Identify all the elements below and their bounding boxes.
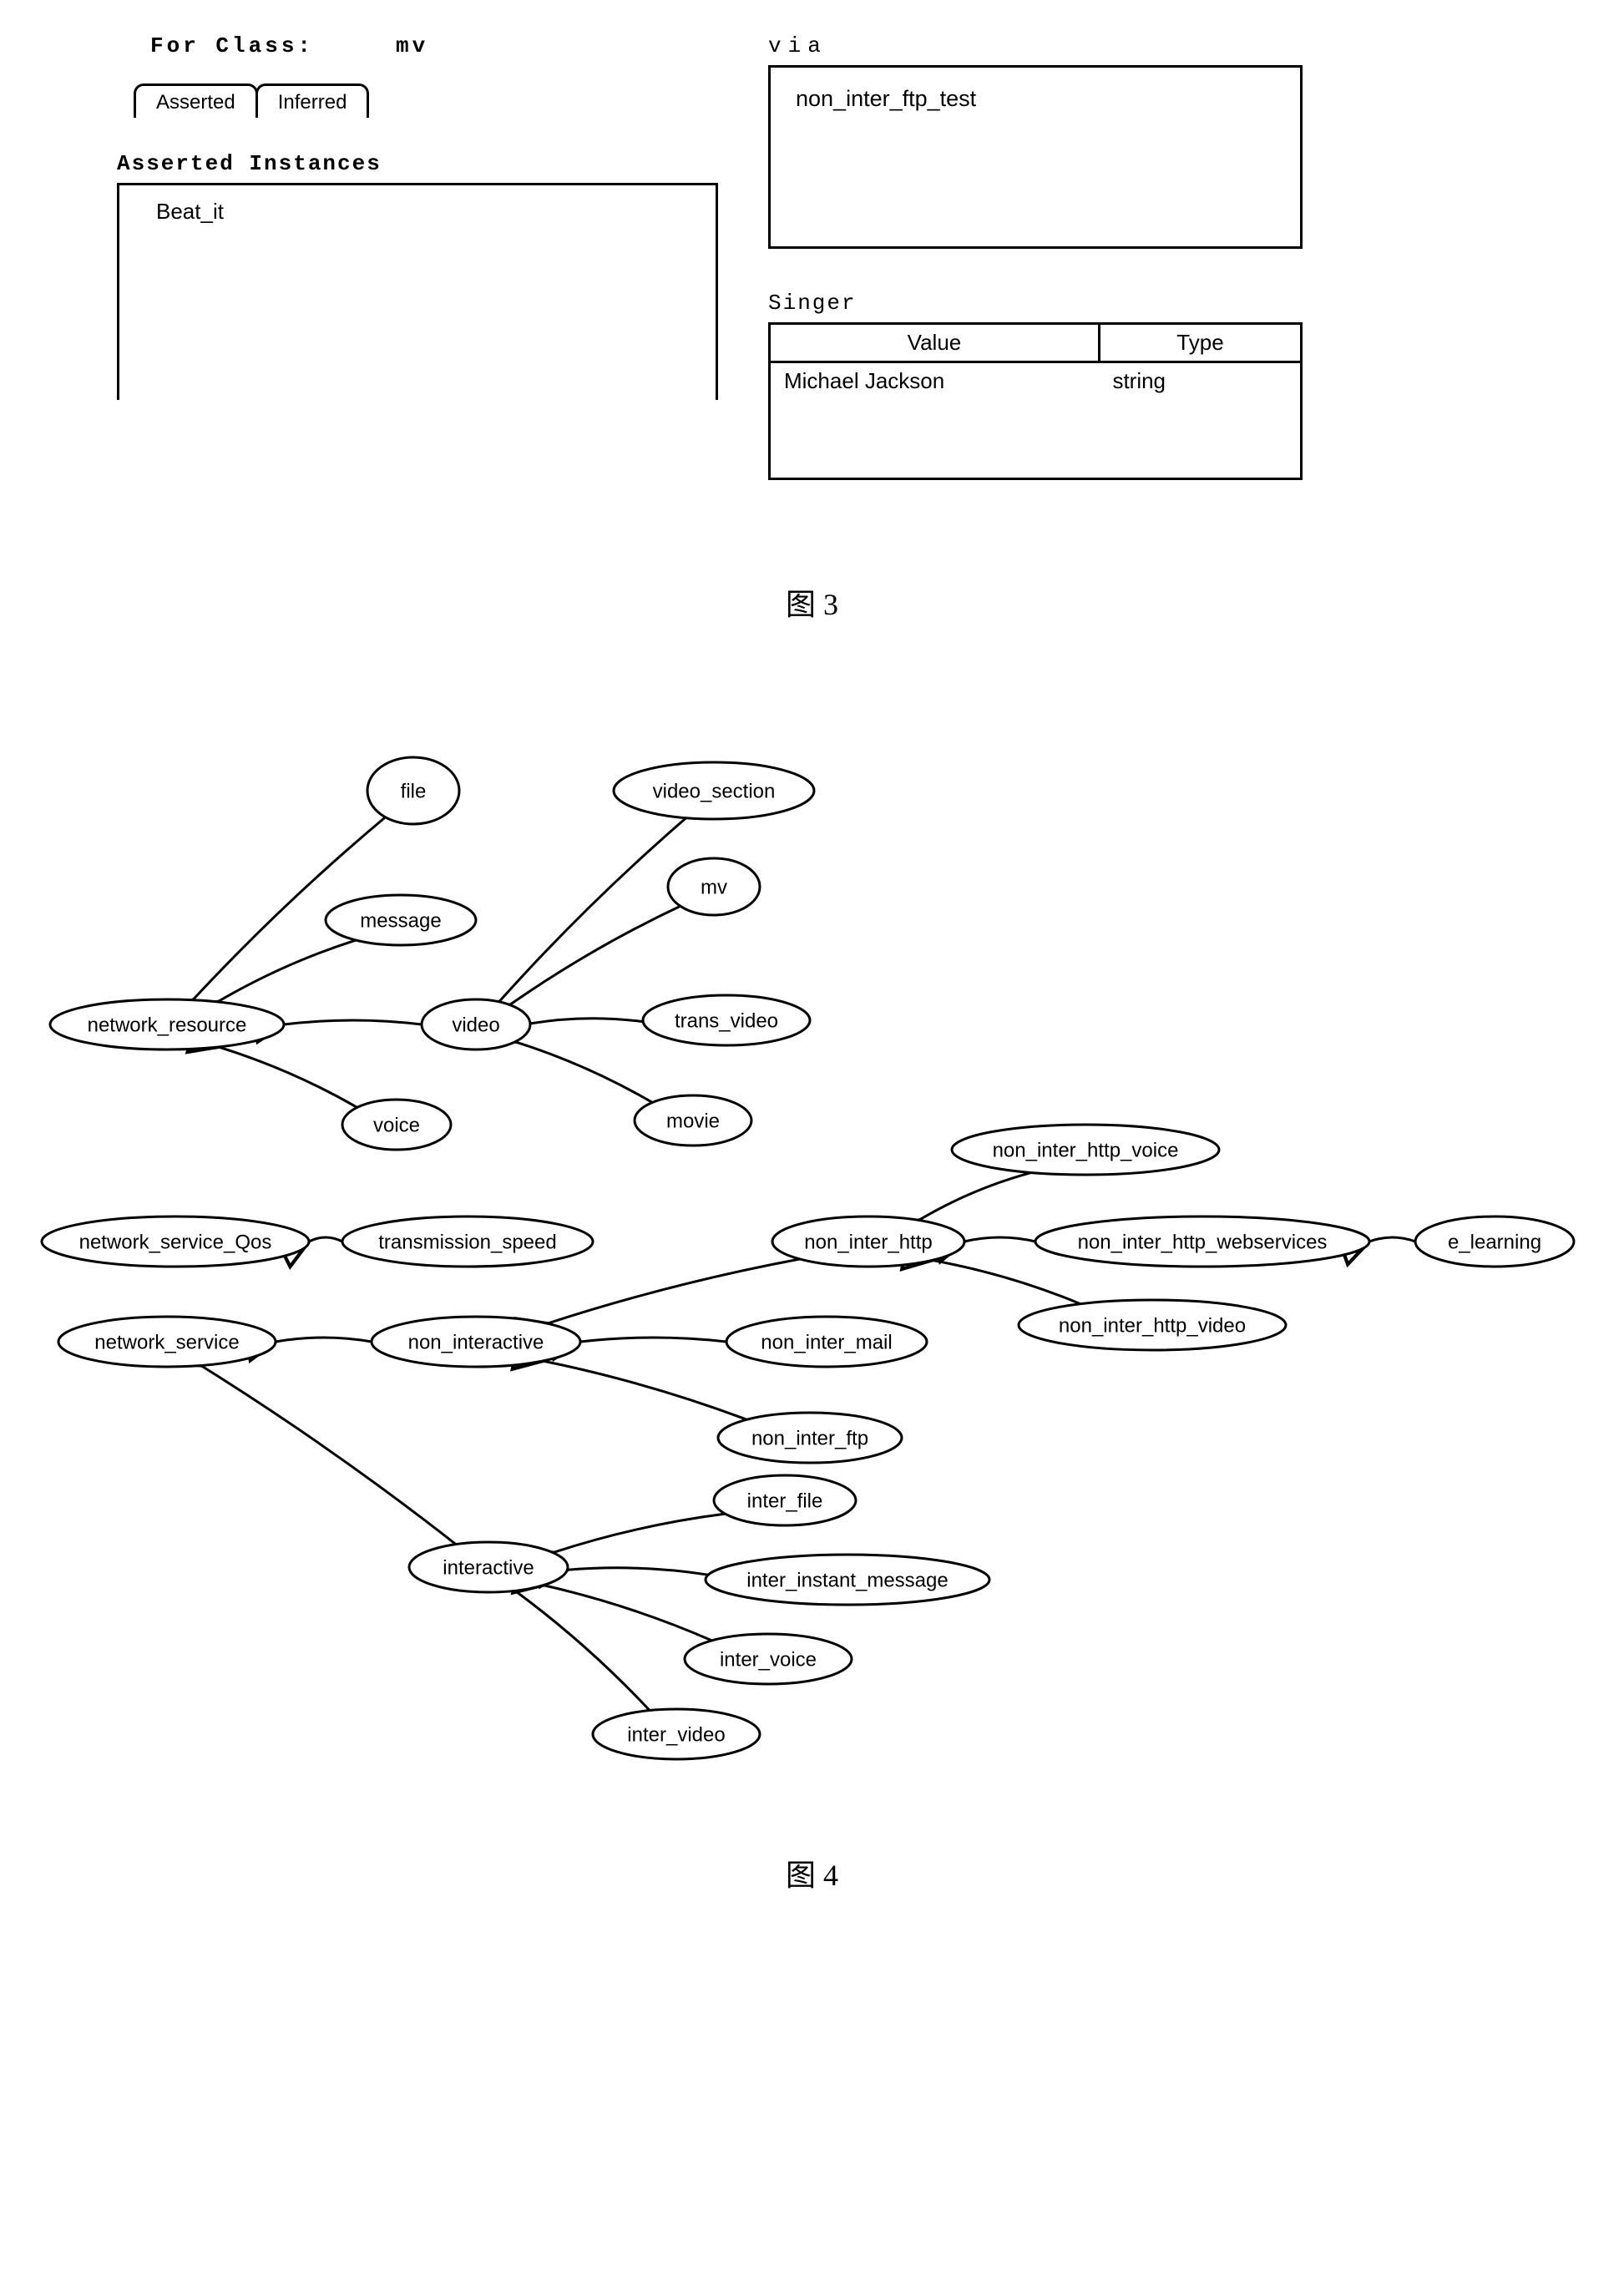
graph-node-movie[interactable]: movie [635,1095,751,1146]
graph-edge [499,818,686,1002]
graph-node-label: non_inter_mail [761,1331,892,1353]
via-list[interactable]: non_inter_ftp_test [768,65,1303,249]
graph-edge [530,1019,643,1024]
singer-label: Singer [768,291,1303,316]
graph-node-message[interactable]: message [326,895,476,945]
list-item[interactable]: non_inter_ftp_test [796,86,1275,112]
asserted-instances-label: Asserted Instances [117,151,718,176]
for-class-row: For Class: mv [117,33,718,58]
graph-node-non_inter_http[interactable]: non_inter_http [772,1216,964,1267]
graph-node-label: file [401,780,427,802]
tab-inferred[interactable]: Inferred [255,83,370,118]
graph-node-label: message [360,909,441,932]
graph-node-file[interactable]: file [367,757,459,824]
graph-node-network_resource[interactable]: network_resource [50,999,284,1050]
graph-node-label: e_learning [1448,1231,1541,1253]
graph-node-mv[interactable]: mv [668,858,760,915]
graph-node-non_inter_http_video[interactable]: non_inter_http_video [1019,1300,1286,1350]
graph-node-non_inter_ftp[interactable]: non_inter_ftp [718,1413,902,1463]
graph-edge [567,1568,708,1575]
graph-node-trans_video[interactable]: trans_video [643,995,810,1045]
cell-type: string [1099,362,1301,479]
graph-node-label: non_inter_ftp [751,1427,868,1449]
graph-node-inter_file[interactable]: inter_file [714,1475,856,1525]
graph-edge [918,1172,1031,1220]
graph-node-label: video [452,1014,499,1036]
graph-node-label: voice [373,1114,420,1136]
graph-node-label: non_inter_http_voice [993,1139,1179,1161]
graph-node-label: mv [701,876,727,898]
ontology-instance-panel: For Class: mv Asserted Inferred Asserted… [33,33,1591,480]
graph-edge [932,1260,1080,1303]
figure3-caption: 图 3 [33,580,1591,624]
tab-asserted[interactable]: Asserted [134,83,258,118]
graph-node-label: non_inter_http [804,1231,932,1253]
graph-node-label: non_interactive [408,1331,544,1353]
ontology-graph: network_resource file message video voice vid… [33,724,1620,1809]
graph-node-label: transmission_speed [378,1231,556,1253]
graph-node-video[interactable]: video [422,999,530,1050]
graph-node-inter_instant_message[interactable]: inter_instant_message [706,1555,989,1605]
graph-edge [548,1259,800,1323]
figure4-caption: 图 4 [33,1851,1591,1894]
graph-node-inter_video[interactable]: inter_video [593,1709,760,1759]
graph-node-label: inter_voice [720,1648,817,1671]
graph-edge [201,1365,456,1544]
for-class-label: For Class: [150,33,314,58]
graph-node-label: network_resource [88,1014,247,1036]
graph-node-interactive[interactable]: interactive [409,1542,568,1592]
graph-node-label: inter_instant_message [746,1569,948,1591]
graph-node-label: trans_video [675,1009,778,1032]
graph-edge [1369,1237,1415,1242]
graph-node-non_interactive[interactable]: non_interactive [372,1317,580,1367]
graph-edge [553,1514,725,1552]
panel-right-col: via non_inter_ftp_test Singer Value Type… [768,33,1303,480]
graph-edge [284,1020,422,1024]
graph-node-video_section[interactable]: video_section [614,762,814,819]
graph-node-label: inter_file [747,1490,823,1512]
table-row[interactable]: Michael Jackson string [770,362,1302,479]
col-header-value: Value [770,324,1100,362]
graph-node-label: interactive [443,1556,534,1579]
via-label: via [768,33,1303,58]
graph-node-inter_voice[interactable]: inter_voice [685,1634,852,1684]
for-class-value: mv [396,33,428,58]
graph-edge [219,1047,357,1107]
asserted-instances-list[interactable]: Beat_it [117,183,718,400]
graph-edge [580,1338,726,1342]
graph-edge [309,1237,342,1242]
graph-node-network_service_Qos[interactable]: network_service_Qos [42,1216,309,1267]
list-item[interactable]: Beat_it [156,199,679,225]
graph-node-label: movie [666,1110,720,1132]
graph-node-non_inter_http_webservices[interactable]: non_inter_http_webservices [1035,1216,1369,1267]
graph-edge [515,1042,652,1103]
graph-edge [218,940,357,1002]
graph-node-label: non_inter_http_video [1059,1314,1246,1337]
graph-edge [510,906,680,1004]
graph-node-voice[interactable]: voice [342,1100,451,1150]
graph-node-non_inter_mail[interactable]: non_inter_mail [726,1317,927,1367]
graph-node-e_learning[interactable]: e_learning [1415,1216,1574,1267]
graph-node-network_service[interactable]: network_service [58,1317,276,1367]
graph-node-label: network_service [94,1331,239,1353]
panel-left-col: For Class: mv Asserted Inferred Asserted… [117,33,718,480]
graph-node-label: network_service_Qos [79,1231,272,1253]
graph-node-transmission_speed[interactable]: transmission_speed [342,1216,593,1267]
singer-property-table: Value Type Michael Jackson string [768,322,1303,480]
tab-bar: Asserted Inferred [134,83,718,118]
graph-node-label: video_section [653,780,776,802]
graph-node-label: inter_video [627,1723,725,1746]
graph-node-label: non_inter_http_webservices [1078,1231,1328,1253]
graph-edge [276,1338,372,1342]
graph-node-non_inter_http_voice[interactable]: non_inter_http_voice [952,1125,1219,1175]
cell-value: Michael Jackson [770,362,1100,479]
graph-edge [543,1361,746,1419]
graph-edge [964,1237,1035,1242]
col-header-type: Type [1099,324,1301,362]
